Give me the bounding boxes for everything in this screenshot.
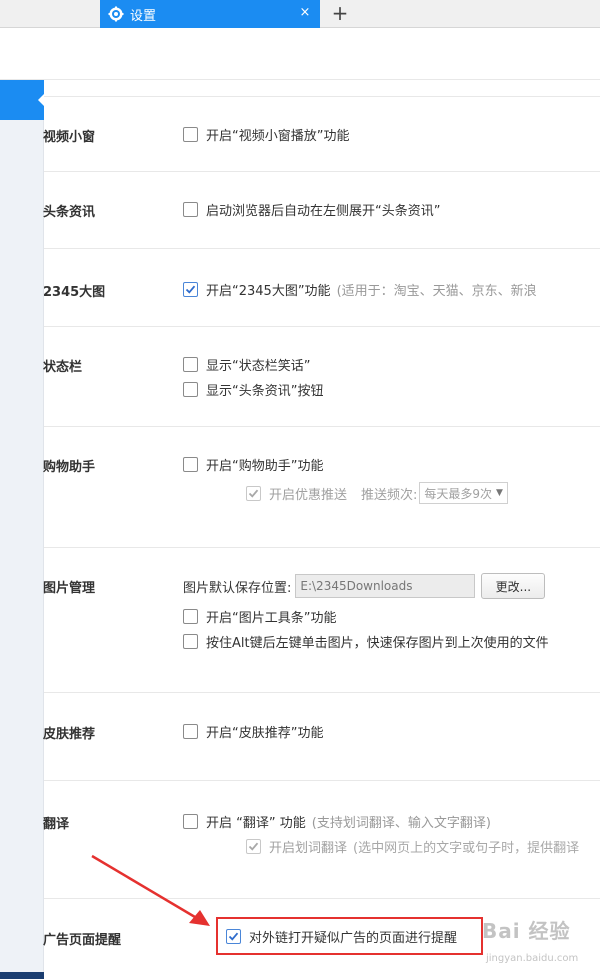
check-icon <box>185 285 196 294</box>
close-icon[interactable]: × <box>298 6 312 20</box>
translate-option[interactable]: 开启 “翻译” 功能 (支持划词翻译、输入文字翻译) <box>183 812 491 831</box>
change-path-button[interactable]: 更改... <box>481 573 546 599</box>
image-path-field[interactable]: E:\2345Downloads <box>295 574 476 598</box>
bigimage-option[interactable]: 开启“2345大图”功能 (适用于：淘宝、天猫、京东、新浪 <box>183 280 537 299</box>
gear-icon <box>108 6 124 22</box>
translate-note: (支持划词翻译、输入文字翻译) <box>311 815 491 831</box>
translate-label: 开启 “翻译” 功能 <box>206 815 306 831</box>
highlight-box <box>216 917 483 955</box>
bigimage-checkbox[interactable] <box>183 281 198 297</box>
tab-title: 设置 <box>130 8 157 24</box>
section-title-skin: 皮肤推荐 <box>43 727 96 742</box>
header-strip <box>0 28 600 80</box>
video-popout-option[interactable]: 开启“视频小窗播放”功能 <box>183 125 350 144</box>
statusbar-news-checkbox[interactable] <box>183 381 198 397</box>
watermark-logo: Bai 经验 <box>482 919 571 943</box>
news-label: 启动浏览器后自动在左侧展开“头条资讯” <box>206 203 441 219</box>
word-translate-note: (选中网页上的文字或句子时，提供翻译 <box>353 840 580 856</box>
bigimage-label: 开启“2345大图”功能 <box>206 283 331 299</box>
word-translate-checkbox[interactable] <box>246 838 261 854</box>
video-popout-checkbox[interactable] <box>183 126 198 142</box>
section-title-news: 头条资讯 <box>43 205 96 220</box>
image-toolbar-checkbox[interactable] <box>183 608 198 624</box>
section-title-shopping: 购物助手 <box>43 460 96 475</box>
shopping-push-option[interactable]: 开启优惠推送 推送频次: 每天最多9次 ▼ <box>246 481 508 505</box>
taskbar-edge <box>0 972 44 979</box>
statusbar-news-option[interactable]: 显示“头条资讯”按钮 <box>183 380 324 399</box>
alt-click-save-option[interactable]: 按住Alt键后左键单击图片，快速保存图片到上次使用的文件 <box>183 632 549 651</box>
divider <box>44 326 600 327</box>
statusbar-joke-checkbox[interactable] <box>183 356 198 372</box>
watermark-url: jingyan.baidu.com <box>486 953 579 964</box>
word-translate-label: 开启划词翻译 <box>269 840 348 856</box>
word-translate-option[interactable]: 开启划词翻译 (选中网页上的文字或句子时，提供翻译 <box>246 837 580 856</box>
tab-settings[interactable]: 设置 × <box>100 0 320 28</box>
news-option[interactable]: 启动浏览器后自动在左侧展开“头条资讯” <box>183 200 441 219</box>
skin-option[interactable]: 开启“皮肤推荐”功能 <box>183 722 324 741</box>
statusbar-news-label: 显示“头条资讯”按钮 <box>206 383 324 399</box>
push-frequency-label: 推送频次: <box>361 487 418 503</box>
sidebar-item-active[interactable] <box>0 80 45 120</box>
shopping-checkbox[interactable] <box>183 456 198 472</box>
watermark: Bai 经验 jingyan.baidu.com <box>482 905 600 975</box>
statusbar-joke-option[interactable]: 显示“状态栏笑话” <box>183 355 311 374</box>
section-title-statusbar: 状态栏 <box>43 360 83 375</box>
divider <box>44 426 600 427</box>
pointer-arrow-icon <box>91 854 210 926</box>
divider <box>44 780 600 781</box>
new-tab-button[interactable]: + <box>330 3 350 23</box>
alt-click-save-label: 按住Alt键后左键单击图片，快速保存图片到上次使用的文件 <box>206 635 549 651</box>
section-title-bigimage: 2345大图 <box>43 285 106 300</box>
check-icon <box>248 489 259 498</box>
image-toolbar-label: 开启“图片工具条”功能 <box>206 610 337 626</box>
chevron-down-icon: ▼ <box>496 488 503 498</box>
push-frequency-select[interactable]: 每天最多9次 ▼ <box>419 482 508 504</box>
video-popout-label: 开启“视频小窗播放”功能 <box>206 128 350 144</box>
section-title-video: 视频小窗 <box>43 130 96 145</box>
image-path-row: 图片默认保存位置: E:\2345Downloads 更改... <box>183 573 546 599</box>
image-toolbar-option[interactable]: 开启“图片工具条”功能 <box>183 607 337 626</box>
bigimage-note: (适用于：淘宝、天猫、京东、新浪 <box>336 283 537 299</box>
statusbar-joke-label: 显示“状态栏笑话” <box>206 358 311 374</box>
skin-label: 开启“皮肤推荐”功能 <box>206 725 324 741</box>
push-frequency-value: 每天最多9次 <box>424 486 493 501</box>
sidebar <box>0 80 45 979</box>
check-icon <box>248 842 259 851</box>
shopping-option[interactable]: 开启“购物助手”功能 <box>183 455 324 474</box>
shopping-push-checkbox[interactable] <box>246 485 261 501</box>
shopping-label: 开启“购物助手”功能 <box>206 458 324 474</box>
divider <box>44 171 600 172</box>
shopping-push-label: 开启优惠推送 <box>269 487 348 503</box>
tab-bar: 设置 × + <box>0 0 600 28</box>
image-path-label: 图片默认保存位置: <box>183 580 292 596</box>
section-title-image: 图片管理 <box>43 581 96 596</box>
skin-checkbox[interactable] <box>183 723 198 739</box>
section-title-translate: 翻译 <box>43 817 70 832</box>
divider <box>44 248 600 249</box>
translate-checkbox[interactable] <box>183 813 198 829</box>
alt-click-save-checkbox[interactable] <box>183 633 198 649</box>
divider <box>44 96 600 97</box>
divider <box>44 692 600 693</box>
divider <box>44 547 600 548</box>
news-checkbox[interactable] <box>183 201 198 217</box>
